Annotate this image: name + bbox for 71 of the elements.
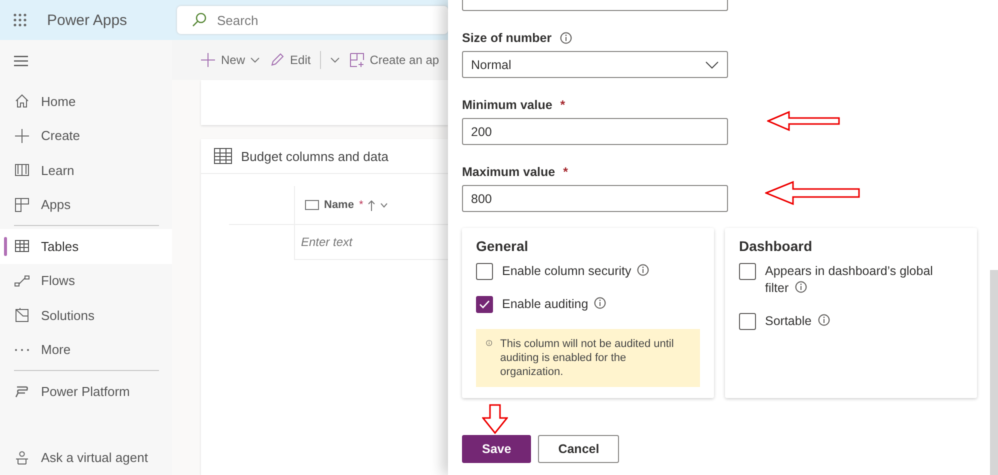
nav-item[interactable]: Apps: [0, 188, 172, 222]
chevron-down-icon: [380, 202, 388, 208]
text-field-icon: [305, 200, 319, 210]
action-button[interactable]: Cancel: [538, 435, 620, 463]
nav-item[interactable]: More: [0, 332, 172, 367]
checkbox[interactable]: [476, 296, 493, 313]
nav-item[interactable]: Solutions: [0, 298, 172, 332]
table-icon: [14, 238, 30, 254]
checkbox[interactable]: [739, 263, 756, 280]
info-icon: [594, 297, 606, 309]
required-asterisk: *: [358, 199, 364, 211]
notice-text: This column will not be audited until auditing is enabled for the organization.: [500, 337, 675, 379]
checkbox-label[interactable]: Enable column security: [502, 263, 650, 280]
search-icon: [191, 12, 207, 28]
table-icon: [214, 148, 232, 164]
card-title: Dashboard: [739, 238, 814, 254]
book-icon: [14, 162, 30, 178]
more-icon: [15, 348, 29, 351]
nav-item[interactable]: Home: [0, 84, 172, 118]
app-launcher-icon[interactable]: [13, 13, 27, 27]
annotation-arrow: [482, 404, 508, 434]
checkbox-label[interactable]: Enable auditing: [502, 296, 606, 313]
nav-item[interactable]: Learn: [0, 153, 172, 188]
nav-item[interactable]: Create: [0, 118, 172, 153]
field-label: Maximum value *: [462, 165, 569, 179]
field-label: Minimum value *: [462, 98, 566, 112]
info-icon: [486, 337, 492, 349]
nav-item[interactable]: Flows: [0, 264, 172, 298]
info-icon: [560, 32, 572, 44]
info-icon: [794, 281, 807, 293]
text-field[interactable]: [462, 0, 728, 11]
plus-icon: [14, 128, 30, 144]
chevron-down-icon: [250, 57, 260, 63]
card-title: General: [476, 238, 530, 254]
nav-item[interactable]: Power Platform: [0, 374, 172, 408]
apps-grid-icon: [14, 196, 30, 213]
add-grid-icon: [348, 52, 365, 68]
checkbox[interactable]: [739, 313, 756, 330]
plus-icon: [200, 52, 216, 68]
flow-icon: [14, 272, 30, 289]
app-title: Power Apps: [47, 12, 128, 28]
sort-up-icon: [368, 200, 376, 210]
chevron-down-icon[interactable]: [330, 57, 340, 63]
card-title: Budget columns and data: [241, 148, 388, 164]
home-icon: [14, 93, 30, 110]
required-asterisk: *: [560, 98, 566, 112]
solutions-icon: [14, 307, 30, 324]
checkmark-icon: [479, 300, 490, 309]
command-button[interactable]: Create an ap: [348, 52, 440, 68]
checkbox-label[interactable]: Appears in dashboard’s global filter: [765, 263, 955, 297]
nav-item[interactable]: Ask a virtual agent: [0, 440, 172, 475]
search-field[interactable]: Search: [177, 6, 448, 34]
dropdown[interactable]: Normal: [462, 51, 728, 78]
scrollbar[interactable]: [990, 270, 998, 475]
command-button[interactable]: Edit: [269, 52, 311, 68]
command-button[interactable]: New: [200, 52, 260, 68]
bot-icon: [14, 450, 30, 466]
action-button[interactable]: Save: [462, 435, 532, 463]
selection-indicator: [4, 237, 7, 256]
nav-item[interactable]: Tables: [0, 229, 172, 264]
checkbox-label[interactable]: Sortable: [765, 313, 830, 330]
number-field[interactable]: 800: [462, 185, 728, 212]
required-asterisk: *: [563, 165, 568, 179]
checkbox[interactable]: [476, 263, 493, 280]
number-field[interactable]: 200: [462, 118, 728, 145]
field-label: Size of number: [462, 31, 998, 45]
pencil-icon: [269, 52, 286, 68]
info-icon: [637, 264, 650, 276]
info-icon: [818, 314, 830, 326]
chevron-down-icon: [705, 60, 719, 68]
menu-icon[interactable]: [13, 55, 29, 67]
